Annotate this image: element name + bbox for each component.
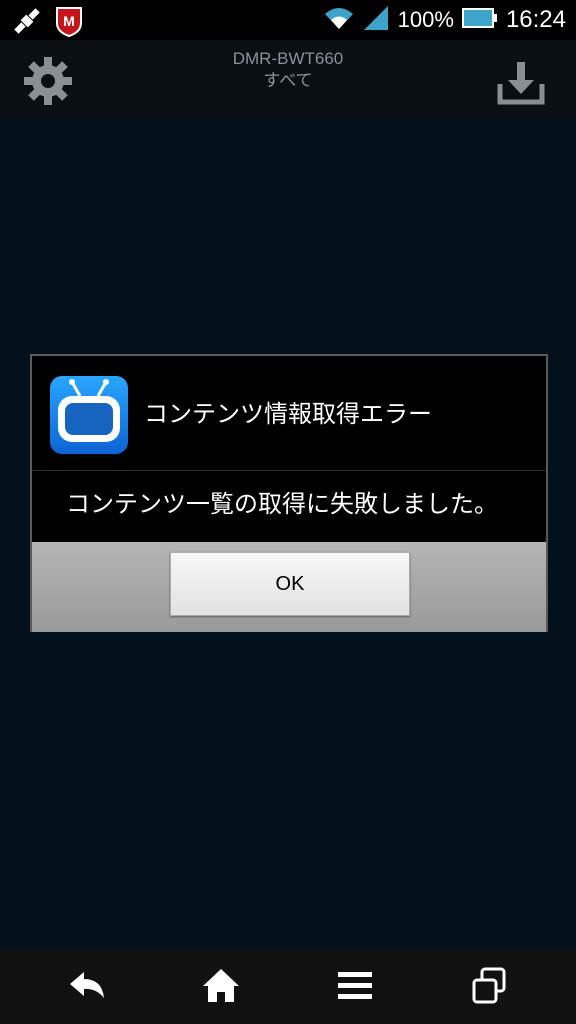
- dialog-button-area: OK: [32, 542, 546, 632]
- device-name: DMR-BWT660: [232, 49, 344, 68]
- app-title: DMR-BWT660 すべて: [0, 48, 576, 92]
- app-bar: DMR-BWT660 すべて: [0, 40, 576, 120]
- mcafee-icon: M: [54, 5, 84, 41]
- download-icon[interactable]: [496, 60, 546, 110]
- tv-app-icon: [50, 376, 128, 454]
- battery-icon: [461, 7, 498, 33]
- dialog-divider: [32, 470, 546, 471]
- clock-time: 16:24: [505, 6, 566, 33]
- dialog-title: コンテンツ情報取得エラー: [144, 400, 432, 428]
- category-label: すべて: [263, 71, 313, 90]
- wifi-icon: [324, 5, 354, 35]
- home-icon[interactable]: [200, 966, 242, 1006]
- satellite-icon: [10, 4, 44, 42]
- navigation-bar: [0, 948, 576, 1024]
- svg-text:M: M: [63, 13, 75, 29]
- battery-percent: 100%: [397, 7, 454, 32]
- recent-apps-icon[interactable]: [468, 966, 510, 1006]
- ok-button[interactable]: OK: [170, 552, 410, 616]
- dialog-message: コンテンツ一覧の取得に失敗しました。: [66, 490, 498, 518]
- status-bar: M 100% 16:24: [0, 0, 576, 40]
- menu-icon[interactable]: [334, 966, 376, 1006]
- signal-icon: [362, 4, 390, 36]
- back-icon[interactable]: [66, 966, 108, 1006]
- dialog-header: コンテンツ情報取得エラー: [32, 356, 546, 470]
- error-dialog: コンテンツ情報取得エラー コンテンツ一覧の取得に失敗しました。 OK: [30, 354, 548, 632]
